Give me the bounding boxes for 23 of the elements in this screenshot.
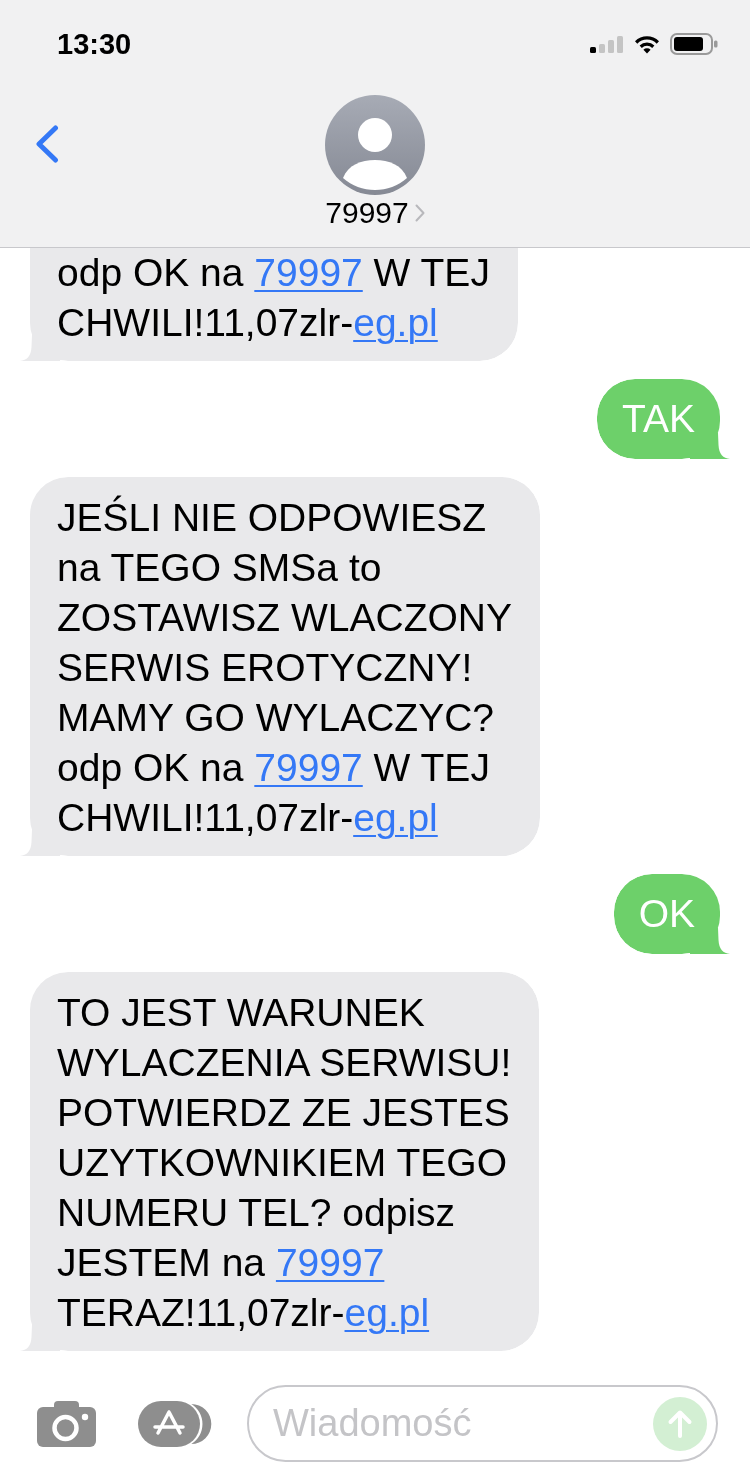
wifi-icon [634, 34, 660, 54]
message-text: TO JEST WARUNEK WYLACZENIA SERWISU! POTWIERDZ ZE JESTES UZYTKOWNIKIEM TEGO NUMERU TEL? odpisz JESTEM na 79997 TERAZ!11,07zlr-eg.pl [57, 990, 512, 1336]
message-link[interactable]: eg.pl [353, 796, 438, 839]
signal-icon [590, 35, 624, 53]
chevron-right-icon[interactable] [414, 204, 425, 222]
message-text: JEŚLI NIE ODPOWIESZ na TEGO SMSa to ZOSTAWISZ WLACZONY SERWIS EROTYCZNY! MAMY GO WYLACZYC? odp OK na 79997 W TEJ CHWILI!11,07zlr-eg.pl [57, 494, 512, 841]
message-input-field[interactable]: Wiadomość [247, 1385, 718, 1462]
arrow-up-icon [667, 1408, 693, 1439]
message-link[interactable]: 79997 [254, 251, 363, 294]
message-text: TAK [622, 396, 695, 442]
message-link[interactable]: eg.pl [353, 301, 438, 344]
message-text: OK [638, 891, 695, 937]
battery-icon [670, 33, 718, 55]
camera-icon[interactable] [37, 1400, 96, 1447]
message-link[interactable]: 79997 [275, 1241, 385, 1284]
message-link[interactable]: 79997 [254, 746, 363, 789]
contact-name[interactable]: 79997 [325, 196, 409, 230]
app-store-icon[interactable] [138, 1400, 212, 1447]
message-text: odp OK na 79997 W TEJ CHWILI!11,07zlr-eg.pl [57, 250, 490, 346]
status-time: 13:30 [57, 27, 132, 61]
back-icon[interactable] [35, 125, 59, 163]
avatar-icon[interactable] [325, 95, 425, 195]
message-link[interactable]: eg.pl [344, 1291, 430, 1334]
